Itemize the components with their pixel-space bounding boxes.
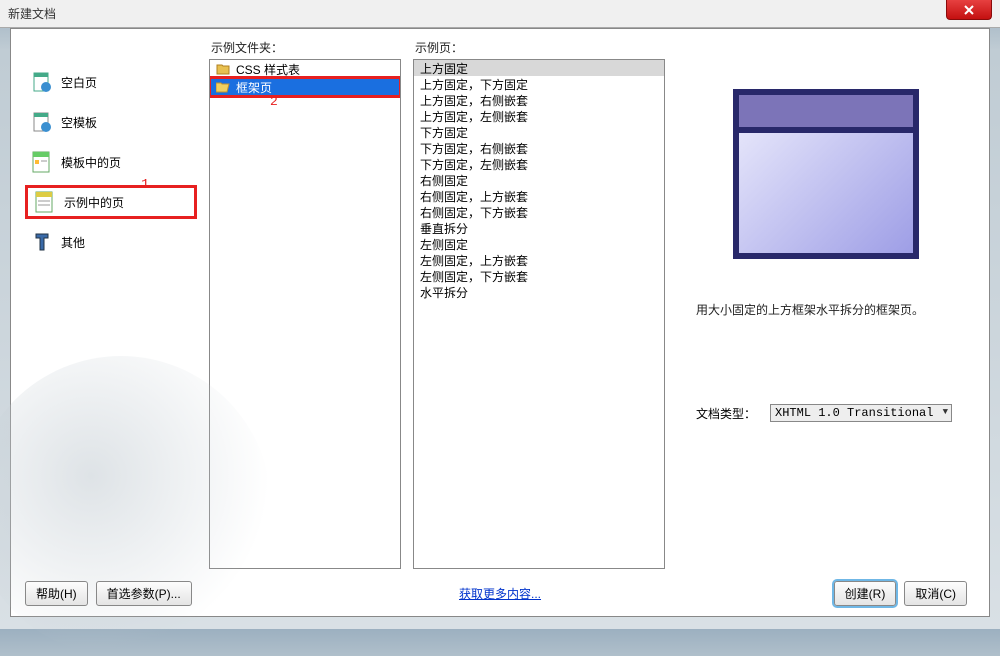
blank-page-icon (31, 71, 53, 93)
page-row-label: 右侧固定，下方嵌套 (420, 204, 528, 221)
page-row-label: 上方固定 (420, 60, 468, 77)
page-row[interactable]: 左侧固定，下方嵌套 (414, 268, 664, 284)
template-page-icon (31, 151, 53, 173)
page-row-label: 左侧固定，下方嵌套 (420, 268, 528, 285)
doctype-label: 文档类型： (696, 405, 756, 422)
doctype-select[interactable]: XHTML 1.0 Transitional (770, 404, 952, 422)
sidebar: 空白页 空模板 模板中的页 示例中的页 (25, 39, 197, 569)
folder-open-icon (216, 81, 230, 93)
page-row[interactable]: 下方固定，右侧嵌套 (414, 140, 664, 156)
page-row[interactable]: 下方固定，左侧嵌套 (414, 156, 664, 172)
help-button[interactable]: 帮助(H) (25, 581, 88, 606)
sidebar-item-page-from-template[interactable]: 模板中的页 (25, 145, 197, 179)
bottom-bar: 帮助(H) 首选参数(P)... 获取更多内容... 创建(R) 取消(C) (25, 580, 975, 606)
page-row[interactable]: 上方固定，右侧嵌套 (414, 92, 664, 108)
page-row-label: 左侧固定 (420, 236, 468, 253)
doctype-row: 文档类型： XHTML 1.0 Transitional (696, 404, 956, 422)
more-link-wrap: 获取更多内容... (459, 585, 541, 602)
folder-icon (216, 63, 230, 75)
cancel-button[interactable]: 取消(C) (904, 581, 967, 606)
page-row[interactable]: 上方固定 (414, 60, 664, 76)
sample-page-icon (34, 191, 56, 213)
page-row[interactable]: 上方固定，左侧嵌套 (414, 108, 664, 124)
sidebar-item-label: 示例中的页 (64, 194, 124, 211)
page-row-label: 垂直拆分 (420, 220, 468, 237)
folder-row-frames[interactable]: 框架页 2 (210, 78, 400, 96)
annotation-1: 1 (141, 177, 149, 193)
page-row-label: 下方固定，右侧嵌套 (420, 140, 528, 157)
page-column-label: 示例页： (413, 39, 665, 59)
page-column: 示例页： 上方固定 上方固定，下方固定 上方固定，右侧嵌套 上方固定，左侧嵌套 … (413, 39, 665, 569)
page-row[interactable]: 右侧固定，上方嵌套 (414, 188, 664, 204)
page-row[interactable]: 上方固定，下方固定 (414, 76, 664, 92)
page-row[interactable]: 水平拆分 (414, 284, 664, 300)
preview-description: 用大小固定的上方框架水平拆分的框架页。 (696, 301, 956, 318)
preview-bottom-frame (739, 133, 913, 253)
sidebar-item-blank-template[interactable]: 空模板 (25, 105, 197, 139)
page-row-label: 右侧固定 (420, 172, 468, 189)
page-row[interactable]: 右侧固定，下方嵌套 (414, 204, 664, 220)
folder-column-label: 示例文件夹： (209, 39, 401, 59)
folder-row-label: 框架页 (236, 79, 272, 96)
page-row[interactable]: 左侧固定，上方嵌套 (414, 252, 664, 268)
blank-template-icon (31, 111, 53, 133)
page-row[interactable]: 下方固定 (414, 124, 664, 140)
sidebar-item-label: 其他 (61, 234, 85, 251)
titlebar: 新建文档 (0, 0, 1000, 28)
annotation-2: 2 (270, 94, 278, 109)
page-row-label: 左侧固定，上方嵌套 (420, 252, 528, 269)
main-area: 空白页 空模板 模板中的页 示例中的页 (25, 39, 975, 569)
sidebar-item-other[interactable]: 其他 (25, 225, 197, 259)
page-row-label: 上方固定，左侧嵌套 (420, 108, 528, 125)
sidebar-item-blank-page[interactable]: 空白页 (25, 65, 197, 99)
preferences-button[interactable]: 首选参数(P)... (96, 581, 192, 606)
preview-column: 用大小固定的上方框架水平拆分的框架页。 文档类型： XHTML 1.0 Tran… (677, 39, 975, 569)
folder-column: 示例文件夹： CSS 样式表 框架页 2 (209, 39, 401, 569)
get-more-link[interactable]: 获取更多内容... (459, 587, 541, 601)
doctype-value: XHTML 1.0 Transitional (775, 406, 933, 420)
sidebar-item-page-from-sample[interactable]: 示例中的页 (25, 185, 197, 219)
sidebar-item-label: 空白页 (61, 74, 97, 91)
other-icon (31, 231, 53, 253)
page-row-label: 上方固定，下方固定 (420, 76, 528, 93)
folder-row-label: CSS 样式表 (236, 61, 300, 78)
folder-row-css[interactable]: CSS 样式表 (210, 60, 400, 78)
page-row[interactable]: 右侧固定 (414, 172, 664, 188)
page-list[interactable]: 上方固定 上方固定，下方固定 上方固定，右侧嵌套 上方固定，左侧嵌套 下方固定 … (413, 59, 665, 569)
page-row-label: 下方固定 (420, 124, 468, 141)
sidebar-item-label: 空模板 (61, 114, 97, 131)
sidebar-item-label: 模板中的页 (61, 154, 121, 171)
create-button[interactable]: 创建(R) (834, 581, 897, 606)
close-icon (963, 5, 975, 15)
page-row[interactable]: 垂直拆分 (414, 220, 664, 236)
folder-list[interactable]: CSS 样式表 框架页 2 (209, 59, 401, 569)
preview-thumbnail (733, 89, 919, 259)
page-row-label: 水平拆分 (420, 284, 468, 301)
page-row-label: 上方固定，右侧嵌套 (420, 92, 528, 109)
dialog-body: 空白页 空模板 模板中的页 示例中的页 (10, 28, 990, 617)
preview-top-frame (739, 95, 913, 133)
page-row[interactable]: 左侧固定 (414, 236, 664, 252)
right-button-group: 创建(R) 取消(C) (834, 581, 975, 606)
page-row-label: 右侧固定，上方嵌套 (420, 188, 528, 205)
page-row-label: 下方固定，左侧嵌套 (420, 156, 528, 173)
window-title: 新建文档 (8, 5, 56, 22)
close-button[interactable] (946, 0, 992, 20)
